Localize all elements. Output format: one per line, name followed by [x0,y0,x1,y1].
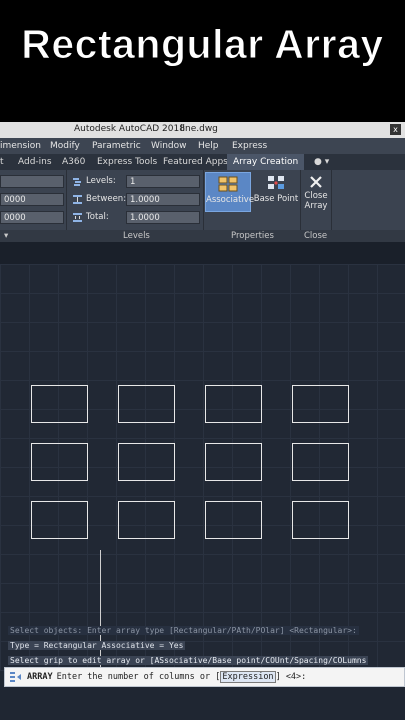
array-item[interactable] [31,501,88,539]
tab-featured-apps[interactable]: Featured Apps [163,157,228,167]
levels-label: Levels: [86,176,116,186]
tab-output[interactable]: t [0,157,4,167]
array-item[interactable] [118,501,175,539]
panel-title-properties: Properties [231,231,274,241]
menu-parametric[interactable]: Parametric [92,141,141,151]
levels-between-field[interactable]: 1.0000 [126,193,200,206]
ribbon-panel-titles: ▾ Levels Properties Close [0,230,405,242]
menu-help[interactable]: Help [198,141,219,151]
menu-express[interactable]: Express [232,141,267,151]
levels-icon [73,178,81,186]
title-bar: Autodesk AutoCAD 2018 line.dwg x [0,122,405,138]
columns-total-field[interactable]: 0000 [0,211,64,224]
panel-title-levels: Levels [123,231,150,241]
tab-a360[interactable]: A360 [62,157,85,167]
file-name: line.dwg [180,124,218,134]
array-item[interactable] [205,501,262,539]
tab-add-ins[interactable]: Add-ins [18,157,52,167]
command-keyword: ARRAY [27,672,53,682]
ribbon-tabs: t Add-ins A360 Express Tools Featured Ap… [0,154,405,170]
array-item[interactable] [292,385,349,423]
levels-total-field[interactable]: 1.0000 [126,211,200,224]
array-item[interactable] [31,385,88,423]
between-label: Between: [86,194,127,204]
command-history-line: Select grip to edit array or [ASsociativ… [8,656,369,665]
menu-modify[interactable]: Modify [50,141,80,151]
close-array-button[interactable]: Close Array [301,172,331,220]
array-item[interactable] [292,443,349,481]
app-title: Autodesk AutoCAD 2018 [74,124,185,134]
command-prompt: Enter the number of columns or [56,672,211,682]
array-item[interactable] [292,501,349,539]
drawing-tabs-strip [0,242,405,264]
command-history-line: Select objects: Enter array type [Rectan… [8,626,359,635]
status-area [0,687,405,720]
array-item[interactable] [118,385,175,423]
video-banner: Rectangular Array [0,0,405,122]
close-window-icon[interactable]: x [390,124,401,135]
levels-field[interactable]: 1 [126,175,200,188]
panel-expand-icon[interactable]: ▾ [4,231,8,241]
close-array-label-1: Close [304,191,328,201]
total-icon [73,213,82,222]
base-point-button[interactable]: Base Point [253,172,299,212]
array-item[interactable] [205,443,262,481]
array-item[interactable] [205,385,262,423]
between-icon [73,195,82,204]
command-history-line: Type = Rectangular Associative = Yes [8,641,186,650]
panel-title-close: Close [304,231,328,241]
tab-array-creation[interactable]: Array Creation [227,154,305,170]
command-line[interactable]: ARRAY Enter the number of columns or [Exp… [4,667,405,687]
base-point-icon [268,176,284,189]
associative-label: Associative [206,195,255,205]
columns-field-top[interactable] [0,175,64,188]
associative-icon [218,176,238,192]
menu-window[interactable]: Window [151,141,187,151]
command-line-icon[interactable] [9,670,23,684]
expression-option[interactable]: Expression [220,671,276,683]
banner-title: Rectangular Array [21,21,384,68]
menu-dimension[interactable]: imension [0,141,41,151]
close-x-icon [310,176,322,188]
array-item[interactable] [118,443,175,481]
autocad-window: Autodesk AutoCAD 2018 line.dwg x imensio… [0,122,405,720]
menu-bar: imension Modify Parametric Window Help E… [0,138,405,154]
tab-options-icon[interactable]: ● ▾ [314,157,329,167]
drawing-canvas[interactable] [0,264,405,671]
total-label: Total: [86,212,109,222]
array-item[interactable] [31,443,88,481]
associative-button[interactable]: Associative [205,172,255,212]
close-array-label-2: Array [304,201,328,211]
command-default: <4>: [285,672,307,682]
columns-between-field[interactable]: 0000 [0,193,64,206]
base-point-label: Base Point [253,194,299,204]
tab-express-tools[interactable]: Express Tools [97,157,157,167]
